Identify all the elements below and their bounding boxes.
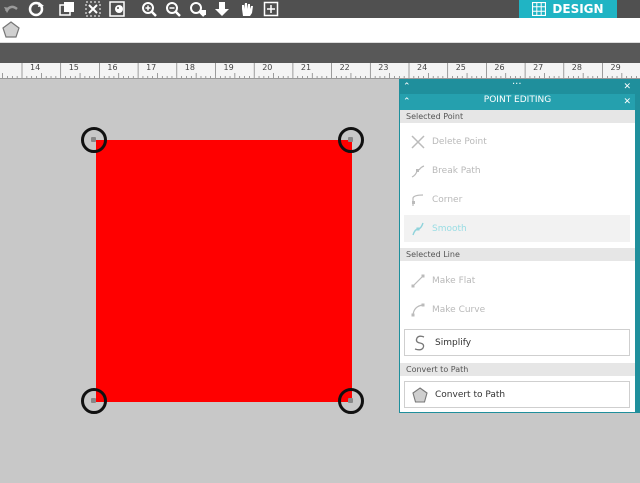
- add-page-icon[interactable]: [262, 0, 280, 18]
- pentagon-shape-icon[interactable]: [1, 20, 21, 44]
- secondary-toolbar: [0, 43, 640, 63]
- delete-point-label: Delete Point: [432, 136, 487, 147]
- convert-to-path-button[interactable]: Convert to Path: [404, 381, 630, 408]
- control-point-top-left[interactable]: [81, 127, 107, 153]
- make-curve-icon: [411, 303, 425, 316]
- convert-to-path-label: Convert to Path: [435, 389, 506, 400]
- pentagon-icon: [412, 386, 428, 403]
- smooth-button[interactable]: Smooth: [404, 215, 630, 242]
- section-selected-line: Selected Line: [400, 248, 635, 261]
- ruler-label: 26: [494, 63, 505, 72]
- ruler-label: 14: [30, 63, 41, 72]
- horizontal-ruler: 14 15 16 17 18 19 20 21 22 23 24 25 26 27 28 29: [0, 63, 640, 79]
- ruler-label: 23: [378, 63, 389, 72]
- make-curve-button[interactable]: Make Curve: [404, 296, 630, 323]
- control-point-bottom-right[interactable]: [338, 388, 364, 414]
- make-curve-label: Make Curve: [432, 304, 486, 315]
- panel-header: ⌃ POINT EDITING ✕: [400, 94, 635, 110]
- group-icon[interactable]: [58, 0, 76, 18]
- design-tab-label: DESIGN: [552, 2, 604, 16]
- move-down-icon[interactable]: [213, 0, 231, 18]
- pan-icon[interactable]: [238, 0, 256, 18]
- section-convert-to-path: Convert to Path: [400, 363, 635, 376]
- design-tab[interactable]: DESIGN: [519, 0, 617, 18]
- zoom-out-icon[interactable]: [164, 0, 182, 18]
- sticky-icon[interactable]: [108, 0, 128, 18]
- ruler-label: 28: [571, 63, 582, 72]
- ruler-label: 17: [146, 63, 157, 72]
- ruler-label: 18: [184, 63, 195, 72]
- ruler-label: 22: [339, 63, 350, 72]
- ruler-label: 15: [68, 63, 79, 72]
- corner-label: Corner: [432, 194, 463, 205]
- undo-icon[interactable]: [2, 0, 20, 18]
- delete-point-button[interactable]: Delete Point: [404, 128, 630, 155]
- ruler-label: 29: [610, 63, 621, 72]
- panel-drag-bar[interactable]: ⌃ ··· ✕: [400, 78, 635, 94]
- simplify-label: Simplify: [435, 337, 472, 348]
- ruler-label: 20: [262, 63, 273, 72]
- top-toolbar: DESIGN: [0, 0, 640, 18]
- simplify-button[interactable]: Simplify: [404, 329, 630, 356]
- make-flat-button[interactable]: Make Flat: [404, 267, 630, 294]
- make-flat-label: Make Flat: [432, 275, 476, 286]
- break-path-label: Break Path: [432, 165, 481, 176]
- more-options-icon[interactable]: ···: [512, 78, 522, 92]
- close-all-icon[interactable]: ✕: [623, 80, 631, 94]
- ruler-label: 21: [300, 63, 312, 72]
- control-point-bottom-left[interactable]: [81, 388, 107, 414]
- section-selected-point: Selected Point: [400, 110, 635, 123]
- zoom-fit-icon[interactable]: [188, 0, 208, 18]
- ungroup-icon[interactable]: [84, 0, 102, 18]
- ruler-label: 27: [533, 63, 544, 72]
- simplify-icon: [414, 335, 425, 350]
- red-square-shape[interactable]: [96, 140, 352, 402]
- break-path-button[interactable]: Break Path: [404, 157, 630, 184]
- control-point-top-right[interactable]: [338, 127, 364, 153]
- options-bar: [0, 18, 640, 43]
- break-path-icon: [411, 164, 425, 178]
- smooth-icon: [412, 222, 424, 235]
- ruler-label: 19: [223, 63, 234, 72]
- delete-point-icon: [411, 134, 425, 149]
- ruler-label: 25: [455, 63, 466, 72]
- close-icon[interactable]: ✕: [623, 95, 631, 109]
- corner-icon: [412, 193, 424, 206]
- collapse-all-icon[interactable]: ⌃: [403, 80, 411, 94]
- zoom-in-icon[interactable]: [140, 0, 158, 18]
- point-editing-panel: ⌃ ··· ✕ ⌃ POINT EDITING ✕ Selected Point…: [399, 79, 636, 413]
- panel-title: POINT EDITING: [483, 95, 552, 105]
- redo-icon[interactable]: [26, 0, 46, 18]
- make-flat-icon: [411, 274, 425, 287]
- next-panel-edge: [636, 79, 640, 413]
- grid-icon: [532, 2, 547, 16]
- ruler-label: 24: [417, 63, 428, 72]
- corner-button[interactable]: Corner: [404, 186, 630, 213]
- ruler-label: 16: [107, 63, 118, 72]
- smooth-label: Smooth: [432, 223, 467, 234]
